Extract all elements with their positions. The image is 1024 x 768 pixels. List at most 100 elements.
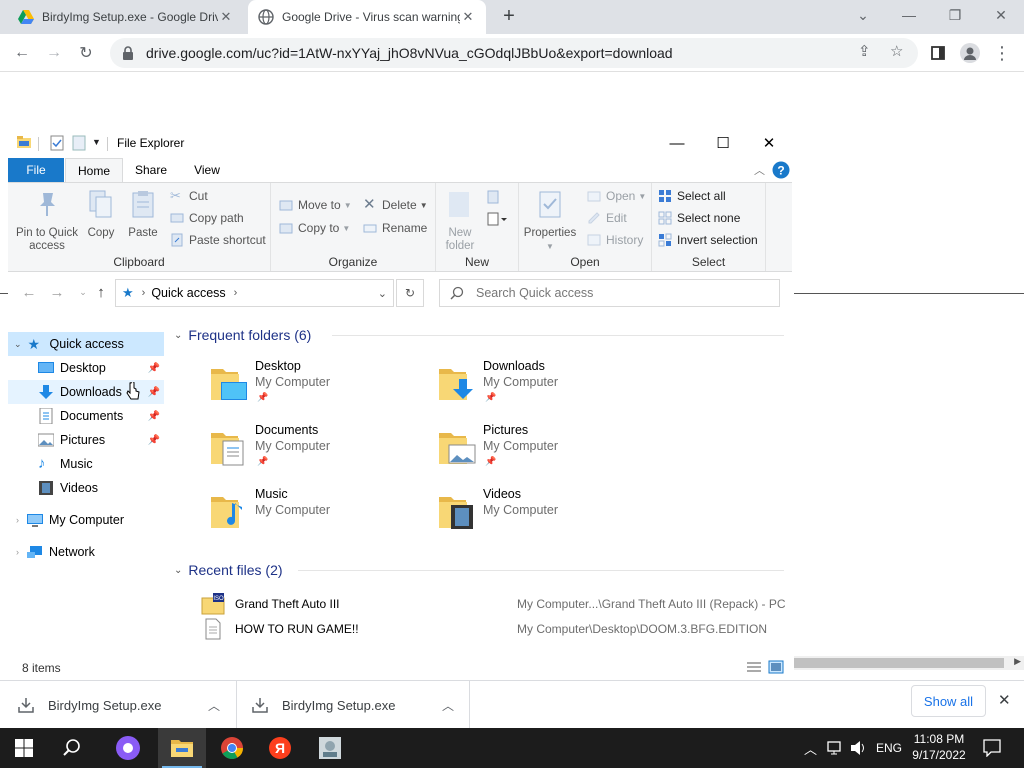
close-icon[interactable]: ✕ <box>218 9 234 25</box>
collapse-chevron-icon[interactable]: ⌄ <box>174 565 182 576</box>
expand-chevron-icon[interactable]: ⌄ <box>14 339 22 350</box>
address-bar[interactable]: drive.google.com/uc?id=1AtW-nxYYaj_jhO8v… <box>110 38 918 68</box>
frequent-folders-header[interactable]: ⌄ Frequent folders (6) <box>174 326 784 344</box>
close-download-bar-icon[interactable]: ✕ <box>998 691 1011 709</box>
volume-icon[interactable] <box>850 740 868 756</box>
clock[interactable]: 11:08 PM 9/17/2022 <box>906 731 972 763</box>
rename-button[interactable]: Rename <box>363 221 427 235</box>
side-panel-icon[interactable] <box>924 40 952 66</box>
nav-pictures[interactable]: Pictures 📌 <box>8 428 164 452</box>
expand-chevron-icon[interactable]: › <box>16 515 19 525</box>
tab-file[interactable]: File <box>8 158 64 182</box>
address-dropdown-chevron-icon[interactable]: ⌄ <box>378 287 387 300</box>
forward-arrow-icon[interactable]: → <box>40 40 68 66</box>
customize-toolbar-chevron-icon[interactable]: ▼ <box>92 137 101 147</box>
scroll-right-arrow-icon[interactable]: ▶ <box>1014 656 1021 667</box>
explorer-minimize-icon[interactable]: — <box>654 130 700 156</box>
notifications-icon[interactable] <box>983 739 1001 757</box>
properties-button[interactable]: Properties ▼ <box>523 189 577 253</box>
restore-icon[interactable]: ❐ <box>932 0 978 30</box>
recent-files-header[interactable]: ⌄ Recent files (2) <box>174 561 784 579</box>
bookmark-star-icon[interactable]: ☆ <box>890 42 903 60</box>
breadcrumb-chevron-icon[interactable]: › <box>234 287 238 299</box>
taskbar-app-icon[interactable] <box>306 728 354 768</box>
nav-music[interactable]: ♪ Music <box>8 452 164 476</box>
nav-downloads[interactable]: Downloads 📌 <box>8 380 164 404</box>
nav-network[interactable]: › Network <box>8 540 164 564</box>
folder-tile-downloads[interactable]: Downloads My Computer 📌 <box>437 359 657 419</box>
easy-access-icon[interactable] <box>486 211 508 227</box>
taskbar-chrome-icon[interactable] <box>208 728 256 768</box>
profile-avatar-icon[interactable] <box>956 40 984 66</box>
taskbar-file-explorer-icon[interactable] <box>158 728 206 768</box>
tab-virus-scan[interactable]: Google Drive - Virus scan warning ✕ <box>248 0 486 34</box>
explorer-address-bar[interactable]: ★ › Quick access › ⌄ <box>115 279 394 307</box>
minimize-icon[interactable]: — <box>886 0 932 30</box>
expand-chevron-icon[interactable]: › <box>16 547 19 557</box>
download-item[interactable]: BirdyImg Setup.exe ︿ <box>18 681 228 729</box>
back-arrow-icon[interactable]: ← <box>8 40 36 66</box>
nav-quick-access[interactable]: ⌄ ★ Quick access <box>8 332 164 356</box>
tab-share[interactable]: Share <box>128 158 174 182</box>
explorer-search-input[interactable]: Search Quick access <box>439 279 780 307</box>
edit-button[interactable]: Edit <box>587 211 627 225</box>
new-folder-quick-icon[interactable] <box>72 135 86 151</box>
paste-shortcut-button[interactable]: Paste shortcut <box>170 233 266 247</box>
network-tray-icon[interactable] <box>827 740 843 756</box>
copy-button[interactable]: Copy <box>84 189 118 240</box>
properties-quick-icon[interactable] <box>50 135 64 151</box>
download-item[interactable]: BirdyImg Setup.exe ︿ <box>252 681 462 729</box>
close-icon[interactable]: ✕ <box>460 9 476 25</box>
recent-file-row[interactable]: ISO Grand Theft Auto III My Computer...\… <box>201 593 791 615</box>
chevron-up-icon[interactable]: ︿ <box>208 697 220 714</box>
collapse-ribbon-chevron-icon[interactable]: ︿ <box>754 162 765 178</box>
move-to-button[interactable]: Move to ▼ <box>279 198 352 212</box>
explorer-forward-icon[interactable]: → <box>46 284 68 301</box>
new-tab-button[interactable]: + <box>498 6 520 28</box>
menu-kebab-icon[interactable]: ⋮ <box>988 40 1016 66</box>
cortana-alice-icon[interactable] <box>104 728 152 768</box>
horizontal-scrollbar[interactable]: ▶ <box>794 656 1024 670</box>
history-button[interactable]: History <box>587 233 643 247</box>
details-view-icon[interactable] <box>746 660 762 674</box>
nav-videos[interactable]: Videos <box>8 476 164 500</box>
tab-search-chevron-icon[interactable]: ⌄ <box>840 0 886 30</box>
taskbar-yandex-icon[interactable]: Я <box>256 728 304 768</box>
select-none-button[interactable]: Select none <box>658 211 740 225</box>
collapse-chevron-icon[interactable]: ⌄ <box>174 330 182 341</box>
delete-button[interactable]: ✕ Delete ▼ <box>363 197 428 212</box>
invert-selection-button[interactable]: Invert selection <box>658 233 758 247</box>
tab-view[interactable]: View <box>186 158 228 182</box>
share-icon[interactable]: ⇪ <box>858 42 871 60</box>
nav-documents[interactable]: Documents 📌 <box>8 404 164 428</box>
new-folder-button[interactable]: New folder <box>440 189 480 253</box>
taskbar-search-icon[interactable] <box>48 728 96 768</box>
explorer-maximize-icon[interactable]: ☐ <box>700 130 746 156</box>
large-icons-view-icon[interactable] <box>768 660 784 674</box>
close-window-icon[interactable]: ✕ <box>978 0 1024 30</box>
new-item-icon[interactable] <box>486 189 504 205</box>
folder-tile-pictures[interactable]: Pictures My Computer 📌 <box>437 423 657 483</box>
chevron-up-icon[interactable]: ︿ <box>442 697 454 714</box>
start-windows-icon[interactable] <box>0 728 48 768</box>
reload-icon[interactable]: ↻ <box>72 40 100 66</box>
nav-desktop[interactable]: Desktop 📌 <box>8 356 164 380</box>
folder-tile-desktop[interactable]: Desktop My Computer 📌 <box>209 359 429 419</box>
recent-file-row[interactable]: HOW TO RUN GAME!! My Computer\Desktop\DO… <box>201 618 791 640</box>
copy-to-button[interactable]: Copy to ▼ <box>279 221 350 235</box>
tab-drive-file[interactable]: BirdyImg Setup.exe - Google Drive ✕ <box>8 0 244 34</box>
paste-button[interactable]: Paste <box>126 189 160 240</box>
show-all-downloads-button[interactable]: Show all <box>911 685 986 717</box>
breadcrumb-quick-access[interactable]: Quick access <box>151 286 225 300</box>
explorer-close-icon[interactable]: ✕ <box>746 130 792 156</box>
folder-tile-music[interactable]: Music My Computer <box>209 487 429 547</box>
select-all-button[interactable]: Select all <box>658 189 726 203</box>
up-arrow-icon[interactable]: ↑ <box>90 284 112 301</box>
nav-my-computer[interactable]: › My Computer <box>8 508 164 532</box>
explorer-back-icon[interactable]: ← <box>18 284 40 301</box>
refresh-icon[interactable]: ↻ <box>396 279 424 307</box>
open-button[interactable]: Open ▼ <box>587 189 646 203</box>
copy-path-button[interactable]: Copy path <box>170 211 244 225</box>
language-indicator[interactable]: ENG <box>876 728 902 768</box>
show-hidden-icons-chevron-icon[interactable]: ︿ <box>804 728 817 768</box>
